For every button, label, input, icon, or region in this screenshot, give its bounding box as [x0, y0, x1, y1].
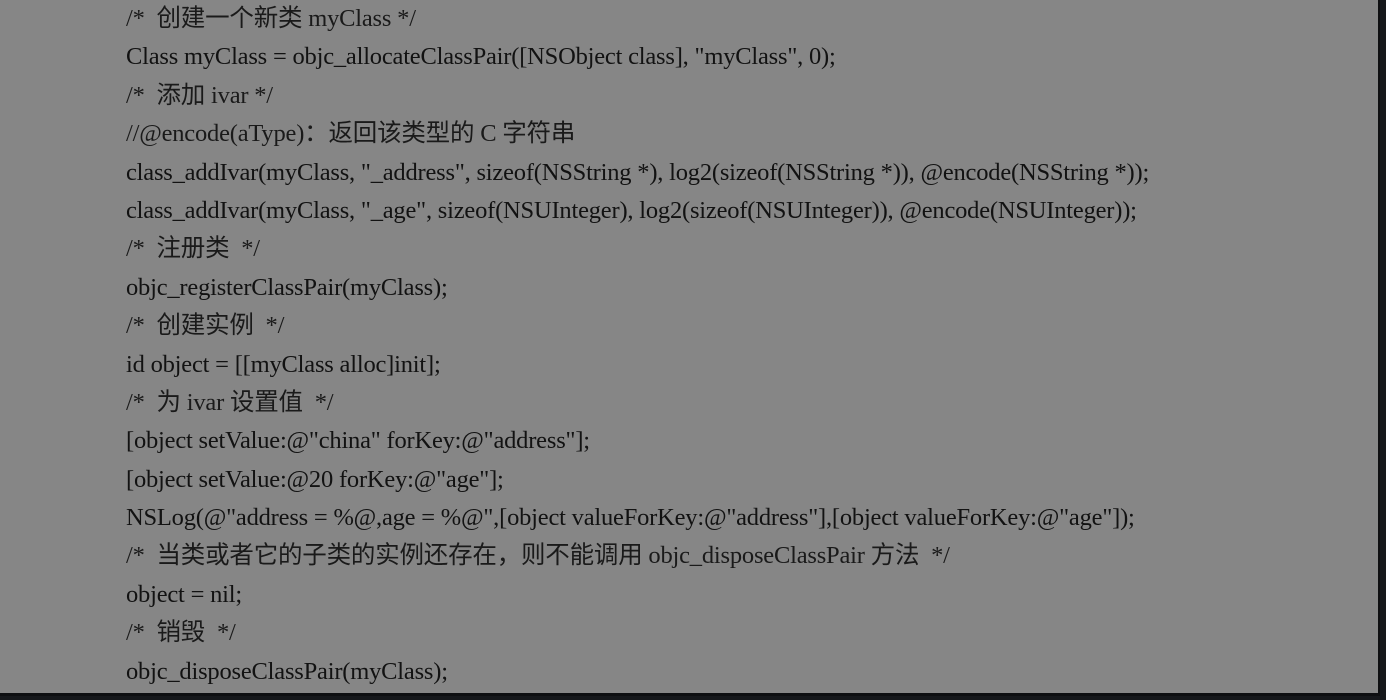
- code-line-comment-destroy: /* 销毁 */: [126, 619, 236, 647]
- code-line-register-class-pair: objc_registerClassPair(myClass);: [126, 273, 448, 301]
- code-line-set-address: [object setValue:@"china" forKey:@"addre…: [126, 427, 590, 455]
- code-line-allocate-class-pair: Class myClass = objc_allocateClassPair([…: [126, 43, 836, 71]
- code-listing-panel: /* 创建一个新类 myClass */ Class myClass = obj…: [0, 0, 1380, 696]
- code-line-comment-create-class: /* 创建一个新类 myClass */: [126, 5, 416, 32]
- code-line-comment-encode: //@encode(aType)：返回该类型的 C 字符串: [126, 120, 576, 148]
- code-line-dispose-class-pair: objc_disposeClassPair(myClass);: [126, 657, 448, 685]
- code-line-comment-register-class: /* 注册类 */: [126, 235, 260, 263]
- code-listing: /* 创建一个新类 myClass */ Class myClass = obj…: [126, 0, 1149, 691]
- screenshot-frame: /* 创建一个新类 myClass */ Class myClass = obj…: [0, 0, 1386, 700]
- code-line-comment-set-ivar: /* 为 ivar 设置值 */: [126, 388, 334, 416]
- code-line-comment-add-ivar: /* 添加 ivar */: [126, 81, 273, 109]
- code-line-nslog: NSLog(@"address = %@,age = %@",[object v…: [126, 504, 1135, 532]
- code-line-comment-create-instance: /* 创建实例 */: [126, 312, 285, 340]
- code-line-object-nil: object = nil;: [126, 580, 243, 608]
- code-line-set-age: [object setValue:@20 forKey:@"age"];: [126, 465, 504, 493]
- code-line-add-ivar-age: class_addIvar(myClass, "_age", sizeof(NS…: [126, 196, 1137, 224]
- code-line-add-ivar-address: class_addIvar(myClass, "_address", sizeo…: [126, 158, 1150, 186]
- code-line-comment-dispose-warning: /* 当类或者它的子类的实例还存在，则不能调用 objc_disposeClas…: [126, 542, 950, 570]
- code-line-alloc-init: id object = [[myClass alloc]init];: [126, 350, 441, 378]
